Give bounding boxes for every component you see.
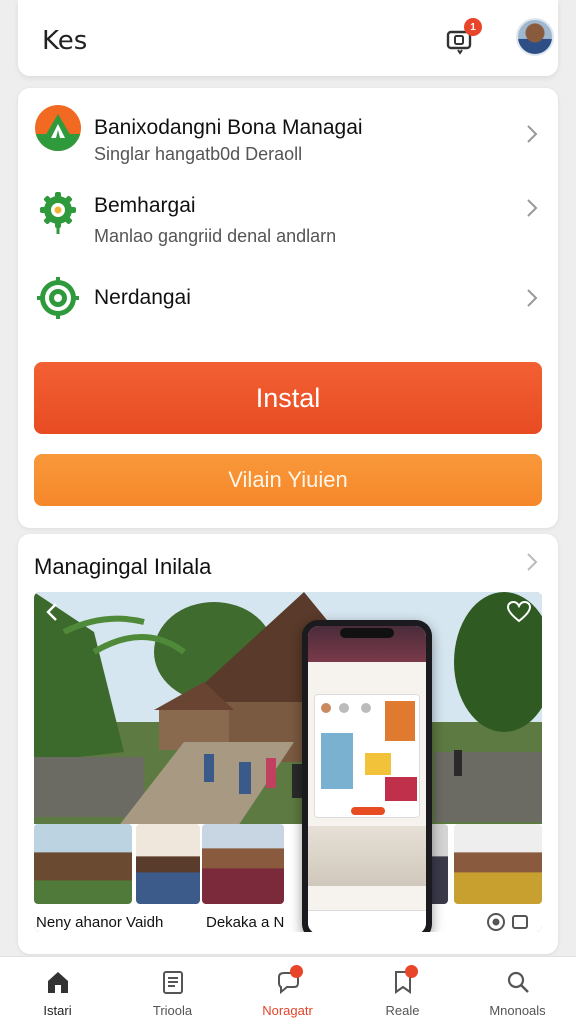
tab-documents[interactable]: Trioola (115, 957, 230, 1024)
phone-mountains (308, 826, 426, 886)
list-item[interactable]: Banixodangni Bona Managai Singlar hangat… (18, 100, 558, 170)
chevron-right-icon (527, 289, 538, 307)
home-icon (48, 972, 68, 993)
search-icon (507, 971, 529, 993)
app-title: Kes (42, 26, 88, 56)
list-item[interactable]: Bemhargai Manlao gangriid denal andlarn (18, 184, 558, 254)
list-item-subtitle: Singlar hangatb0d Deraoll (94, 144, 303, 164)
tab-label: Mnonoals (489, 1003, 546, 1018)
tab-chat[interactable]: Noragatr (230, 957, 345, 1024)
tab-badge (405, 965, 418, 978)
app-logo-icon (35, 105, 81, 151)
phone-screen (308, 626, 426, 932)
phone-tabbar (308, 910, 426, 932)
notification-badge: 1 (464, 18, 482, 36)
photo-caption: Dekaka a N (206, 914, 285, 931)
secondary-button[interactable]: Vilain Yiuien (34, 454, 542, 506)
badge-gear-icon (37, 277, 79, 319)
square-icon[interactable] (510, 912, 530, 932)
gallery-card: Managingal Inilala Neny ahanor Vaidh Dek… (18, 534, 558, 954)
tab-search[interactable]: Mnonoals (460, 957, 575, 1024)
gallery-thumb[interactable] (202, 824, 284, 904)
list-item-title: Banixodangni Bona Managai (94, 116, 363, 139)
chevron-right-icon (527, 125, 538, 143)
menu-card: Banixodangni Bona Managai Singlar hangat… (18, 88, 558, 528)
share-icon[interactable] (42, 600, 66, 624)
gear-icon (40, 192, 76, 234)
gallery-thumb[interactable] (454, 824, 542, 904)
list-item-subtitle: Manlao gangriid denal andlarn (94, 226, 337, 246)
avatar[interactable] (516, 18, 554, 56)
heart-icon[interactable] (506, 600, 532, 624)
bottom-tab-bar: Istari Trioola Noragatr Reale Mnonoals (0, 956, 576, 1024)
tab-home[interactable]: Istari (0, 957, 115, 1024)
gallery-thumb[interactable] (136, 824, 200, 904)
tab-label: Trioola (152, 1003, 193, 1018)
gallery-photo[interactable]: Neny ahanor Vaidh Dekaka a N (34, 592, 542, 932)
app-header: Kes 1 (18, 0, 558, 76)
chevron-right-icon[interactable] (526, 552, 538, 572)
tab-label: Istari (43, 1003, 72, 1018)
tab-label: Noragatr (262, 1003, 313, 1018)
notification-button[interactable]: 1 (444, 18, 482, 56)
list-item[interactable]: Nerdangai (18, 272, 558, 328)
phone-notch (340, 628, 394, 638)
document-icon (163, 971, 183, 994)
photo-caption: Neny ahanor Vaidh (36, 914, 164, 931)
camera-icon[interactable] (486, 912, 506, 932)
list-item-title: Bemhargai (94, 194, 196, 217)
gallery-thumb[interactable] (34, 824, 132, 904)
tab-label: Reale (385, 1003, 420, 1018)
tab-bookmarks[interactable]: Reale (345, 957, 460, 1024)
phone-mockup (302, 620, 432, 932)
tab-badge (290, 965, 303, 978)
gallery-title: Managingal Inilala (34, 554, 212, 579)
phone-card (314, 694, 420, 818)
install-button[interactable]: Instal (34, 362, 542, 434)
list-item-title: Nerdangai (94, 286, 191, 309)
chevron-right-icon (527, 199, 538, 217)
